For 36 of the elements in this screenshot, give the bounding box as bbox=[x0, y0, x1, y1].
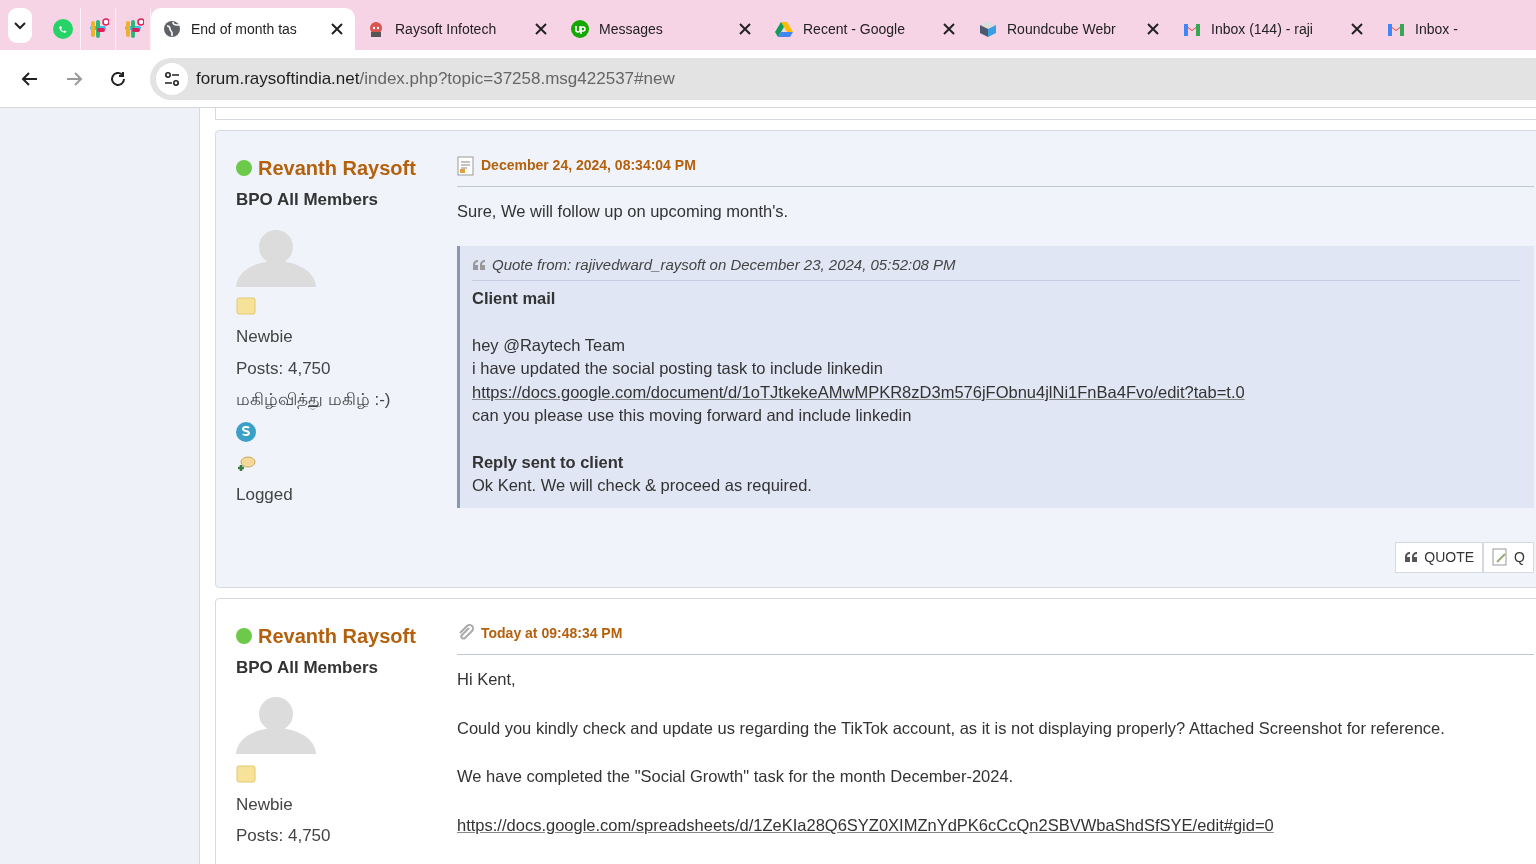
quote-heading: Reply sent to client bbox=[472, 451, 625, 473]
signature-text: மகிழ்வித்து மகிழ் :-) bbox=[236, 389, 392, 412]
browser-tab[interactable]: Recent - Google bbox=[763, 8, 967, 50]
paragraph: Sure, We will follow up on upcoming month's. bbox=[457, 201, 790, 222]
status-text: Logged bbox=[236, 483, 294, 506]
url-text: forum.raysoftindia.net/index.php?topic=37258.msg422537#new bbox=[196, 67, 675, 90]
link[interactable]: https://docs.google.com/spreadsheets/d/1ZeKIa28Q6SYZ0XIMZnYdPK6cCcQn2SBVWbaShdSfSYE/edit#gid=0 bbox=[457, 816, 1274, 834]
quote-text: i have updated the social posting task to include linkedin bbox=[472, 358, 884, 380]
quote-header: Quote from: rajivedward_raysoft on December 23, 2024, 05:52:08 PM bbox=[492, 254, 956, 275]
browser-tab[interactable]: Inbox (144) - raji bbox=[1171, 8, 1375, 50]
post-count: Posts: 4,750 bbox=[236, 825, 332, 848]
browser-tab[interactable]: Inbox - bbox=[1375, 8, 1536, 50]
browser-tab[interactable]: Roundcube Webr bbox=[967, 8, 1171, 50]
link[interactable]: https://docs.google.com/document/d/1oTJtkekeAMwMPKR8zD3m576jFObnu4jlNi1FnBa4Fvo/edit?tab=t.0 bbox=[472, 382, 1245, 401]
quote-text: can you please use this moving forward and include linkedin bbox=[472, 405, 913, 427]
quote-text: Ok Kent. We will check & proceed as required. bbox=[472, 475, 813, 497]
author-link[interactable]: Revanth Raysoft bbox=[258, 624, 416, 647]
member-group: BPO All Members bbox=[236, 654, 457, 681]
post-count: Posts: 4,750 bbox=[236, 357, 332, 380]
paragraph: Could you kindly check and update us regarding the TikTok account, as it is not displaying properly? Attached Screenshot for reference. bbox=[457, 717, 1446, 739]
member-group: BPO All Members bbox=[236, 187, 457, 213]
post-date-link[interactable]: Today at 09:48:34 PM bbox=[481, 622, 623, 644]
browser-tab[interactable]: Messages bbox=[559, 8, 763, 50]
quote-heading: Client mail bbox=[472, 288, 557, 310]
edit-button[interactable]: Q bbox=[1483, 541, 1534, 573]
browser-tab[interactable]: End of month tas bbox=[151, 8, 355, 50]
quote-text: hey @Raytech Team bbox=[472, 334, 627, 356]
quote-button[interactable]: QUOTE bbox=[1395, 541, 1484, 573]
address-bar[interactable]: forum.raysoftindia.net/index.php?topic=37258.msg422537#new bbox=[150, 57, 1536, 100]
post-date-link[interactable]: December 24, 2024, 08:34:04 PM bbox=[481, 155, 696, 176]
member-rank: Newbie bbox=[236, 326, 294, 348]
paragraph: We have completed the "Social Growth" task for the month December-2024. bbox=[457, 766, 1015, 788]
paragraph: Hi Kent, bbox=[457, 668, 517, 690]
author-link[interactable]: Revanth Raysoft bbox=[258, 157, 416, 179]
member-rank: Newbie bbox=[236, 793, 294, 816]
browser-tab[interactable]: Raysoft Infotech bbox=[355, 8, 559, 50]
